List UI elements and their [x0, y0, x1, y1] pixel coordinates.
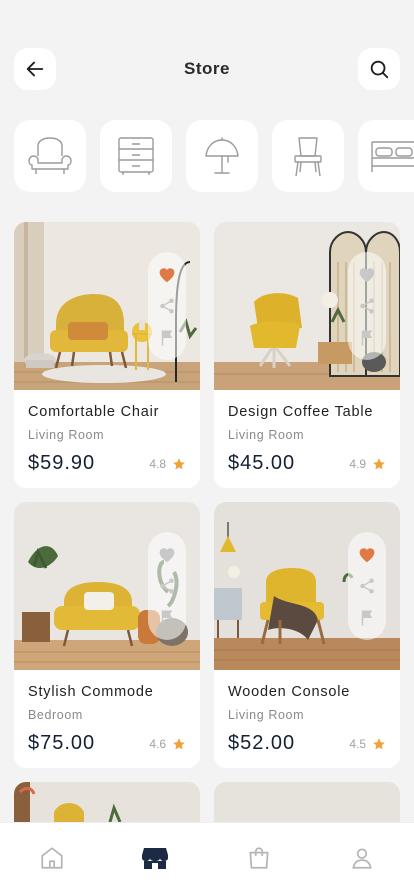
store-icon — [142, 847, 169, 869]
product-name: Comfortable Chair — [28, 404, 160, 420]
category-lamp[interactable] — [186, 120, 258, 192]
top-bar: Store — [14, 48, 400, 90]
product-rating: 4.8 — [149, 457, 186, 471]
rating-value: 4.8 — [149, 456, 166, 471]
product-card[interactable]: Wooden Console Living Room $52.00 4.5 — [214, 502, 400, 768]
share-icon[interactable] — [158, 297, 176, 315]
heart-icon[interactable] — [357, 545, 377, 563]
product-card[interactable]: Stylish Commode Bedroom $75.00 4.6 — [14, 502, 200, 768]
card-actions — [148, 532, 186, 640]
tab-store[interactable] — [133, 836, 177, 880]
product-price: $45.00 — [228, 452, 296, 474]
product-rating: 4.9 — [349, 457, 386, 471]
product-name: Stylish Commode — [28, 684, 154, 700]
product-image — [14, 222, 200, 390]
card-actions — [348, 532, 386, 640]
product-rating: 4.5 — [349, 737, 386, 751]
product-room: Living Room — [228, 428, 305, 442]
home-icon — [41, 846, 63, 869]
dining-chair-icon — [294, 137, 322, 177]
flag-icon[interactable] — [359, 609, 375, 627]
product-price: $59.90 — [28, 452, 96, 474]
product-room: Living Room — [228, 708, 305, 722]
heart-icon[interactable] — [157, 265, 177, 283]
rating-value: 4.9 — [349, 456, 366, 471]
product-room: Bedroom — [28, 708, 83, 722]
back-button[interactable] — [14, 48, 56, 90]
bottom-tab-bar — [0, 822, 414, 896]
tab-home[interactable] — [30, 836, 74, 880]
product-price: $52.00 — [228, 732, 296, 754]
armchair-icon — [28, 137, 72, 174]
profile-icon — [352, 847, 372, 869]
flag-icon[interactable] — [159, 329, 175, 347]
rating-value: 4.6 — [149, 736, 166, 751]
product-name: Wooden Console — [228, 684, 351, 700]
category-list — [14, 120, 414, 192]
rating-value: 4.5 — [349, 736, 366, 751]
table-lamp-icon — [205, 137, 239, 174]
page-title: Store — [184, 59, 230, 78]
arrow-left-icon — [26, 61, 44, 77]
product-image — [14, 502, 200, 670]
star-icon — [173, 457, 185, 470]
product-room: Living Room — [28, 428, 105, 442]
card-actions — [348, 252, 386, 360]
product-price: $75.00 — [28, 732, 96, 754]
bed-icon — [371, 141, 414, 172]
product-image — [214, 502, 400, 670]
star-icon — [373, 457, 385, 470]
product-image — [214, 222, 400, 390]
flag-icon[interactable] — [159, 609, 175, 627]
product-grid: Comfortable Chair Living Room $59.90 4.8 — [14, 222, 400, 768]
heart-icon[interactable] — [357, 265, 377, 283]
tab-profile[interactable] — [340, 836, 384, 880]
product-rating: 4.6 — [149, 737, 186, 751]
heart-icon[interactable] — [157, 545, 177, 563]
card-actions — [148, 252, 186, 360]
search-button[interactable] — [358, 48, 400, 90]
category-drawers[interactable] — [100, 120, 172, 192]
share-icon[interactable] — [358, 577, 376, 595]
category-bed[interactable] — [358, 120, 414, 192]
drawer-cabinet-icon — [118, 137, 154, 175]
category-chair[interactable] — [272, 120, 344, 192]
product-card[interactable]: Design Coffee Table Living Room $45.00 4… — [214, 222, 400, 488]
product-name: Design Coffee Table — [228, 404, 374, 420]
search-icon — [370, 60, 389, 79]
star-icon — [373, 737, 385, 750]
star-icon — [173, 737, 185, 750]
flag-icon[interactable] — [359, 329, 375, 347]
share-icon[interactable] — [358, 297, 376, 315]
category-armchair[interactable] — [14, 120, 86, 192]
product-card[interactable]: Comfortable Chair Living Room $59.90 4.8 — [14, 222, 200, 488]
shopping-bag-icon — [249, 846, 269, 869]
tab-cart[interactable] — [237, 836, 281, 880]
share-icon[interactable] — [158, 577, 176, 595]
